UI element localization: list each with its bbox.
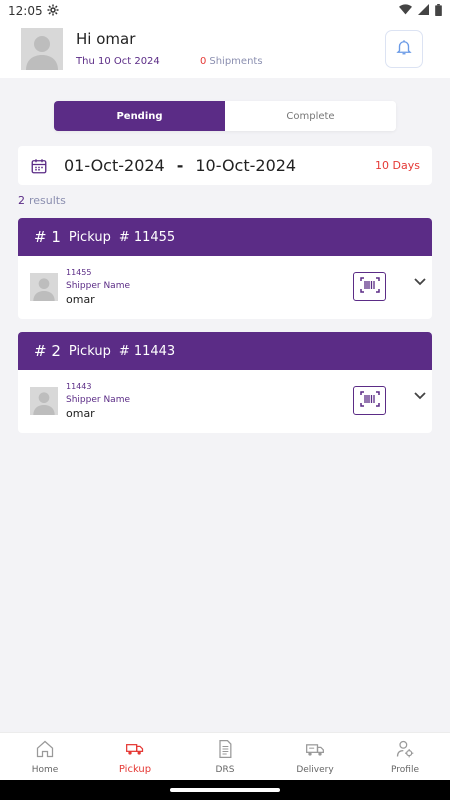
results-count: 2 results <box>18 194 66 207</box>
shipment-id: 11443 <box>66 382 92 391</box>
chevron-down-icon[interactable] <box>413 274 427 288</box>
shipments-count: 0 Shipments <box>200 56 263 67</box>
battery-icon <box>435 3 442 19</box>
pickup-card-header: # 2 Pickup # 11443 <box>18 332 432 370</box>
settings-icon <box>47 4 59 19</box>
scan-barcode-button[interactable] <box>353 386 386 415</box>
pickup-card-header: # 1 Pickup # 11455 <box>18 218 432 256</box>
tab-complete[interactable]: Complete <box>225 101 396 131</box>
shipments-label: Shipments <box>209 56 263 67</box>
days-count: 10 Days <box>375 159 420 172</box>
pickup-type: Pickup <box>68 343 111 359</box>
barcode-scan-icon <box>359 276 380 297</box>
signal-icon <box>418 4 429 18</box>
scan-barcode-button[interactable] <box>353 272 386 301</box>
shipper-name: omar <box>66 293 95 306</box>
shipper-avatar <box>30 387 58 415</box>
truck-icon <box>125 738 145 761</box>
bell-icon <box>395 38 413 60</box>
delivery-van-icon <box>305 739 325 762</box>
date-from: 01-Oct-2024 <box>64 156 165 175</box>
nav-pickup[interactable]: Pickup <box>90 733 180 780</box>
current-date: Thu 10 Oct 2024 <box>76 56 160 67</box>
pickup-card-body: 11455 Shipper Name omar <box>18 256 432 319</box>
nav-delivery-label: Delivery <box>296 764 334 775</box>
calendar-icon <box>30 157 48 175</box>
bottom-nav: Home Pickup DRS Delivery Profile <box>0 732 450 780</box>
results-number: 2 <box>18 194 25 207</box>
nav-drs[interactable]: DRS <box>180 733 270 780</box>
pickup-number: # 11455 <box>118 229 176 245</box>
notifications-button[interactable] <box>385 30 423 68</box>
pickup-card[interactable]: # 1 Pickup # 11455 11455 Shipper Name om… <box>18 218 432 319</box>
wifi-icon <box>399 4 412 18</box>
document-icon <box>215 739 235 762</box>
pickup-index: # 2 <box>34 342 61 360</box>
greeting: Hi omar <box>76 30 136 48</box>
system-navigation-bar <box>0 780 450 800</box>
nav-home[interactable]: Home <box>0 733 90 780</box>
nav-home-label: Home <box>31 764 59 775</box>
shipment-id: 11455 <box>66 268 92 277</box>
pickup-index: # 1 <box>34 228 61 246</box>
date-to: 10-Oct-2024 <box>195 156 297 175</box>
pickup-card-body: 11443 Shipper Name omar <box>18 370 432 433</box>
nav-profile[interactable]: Profile <box>360 733 450 780</box>
pickup-card[interactable]: # 2 Pickup # 11443 11443 Shipper Name om… <box>18 332 432 433</box>
status-bar: 12:05 <box>0 0 450 22</box>
date-separator: - <box>176 156 184 175</box>
status-time: 12:05 <box>8 4 43 18</box>
status-tabs: Pending Complete <box>54 101 396 131</box>
header: Hi omar Thu 10 Oct 2024 0 Shipments <box>0 22 450 78</box>
pickup-number: # 11443 <box>118 343 176 359</box>
nav-delivery[interactable]: Delivery <box>270 733 360 780</box>
pickup-type: Pickup <box>68 229 111 245</box>
barcode-scan-icon <box>359 390 380 411</box>
shipments-number: 0 <box>200 56 207 67</box>
shipper-name-label: Shipper Name <box>66 281 130 291</box>
nav-drs-label: DRS <box>215 764 235 775</box>
chevron-down-icon[interactable] <box>413 388 427 402</box>
shipper-name: omar <box>66 407 95 420</box>
date-range-picker[interactable]: 01-Oct-2024 - 10-Oct-2024 10 Days <box>18 146 432 185</box>
results-label: results <box>29 194 66 207</box>
nav-pickup-label: Pickup <box>118 764 152 775</box>
home-icon <box>35 739 55 762</box>
shipper-avatar <box>30 273 58 301</box>
tab-pending[interactable]: Pending <box>54 101 225 131</box>
shipper-name-label: Shipper Name <box>66 395 130 405</box>
profile-settings-icon <box>395 739 415 762</box>
home-gesture-bar[interactable] <box>170 788 280 792</box>
nav-profile-label: Profile <box>391 764 419 775</box>
avatar[interactable] <box>21 28 63 70</box>
